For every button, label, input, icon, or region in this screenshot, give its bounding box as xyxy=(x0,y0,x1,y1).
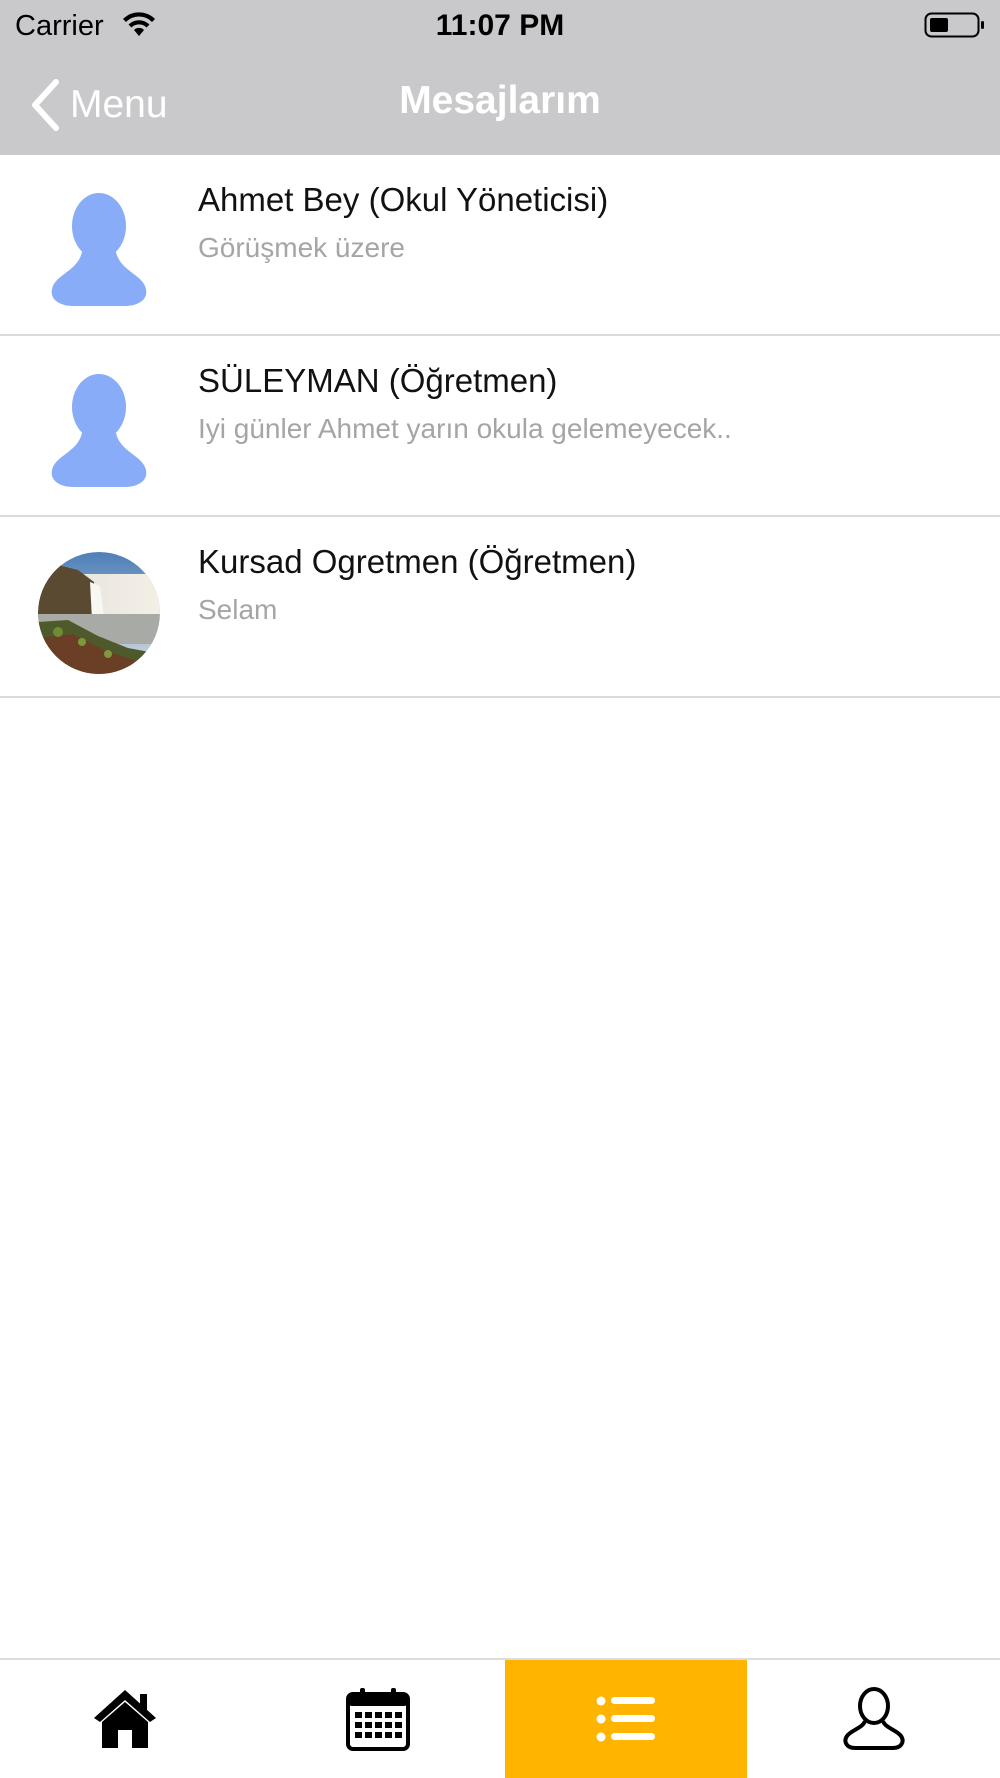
header: Carrier 11:07 PM Menu Mesajlarım xyxy=(0,0,1000,155)
tab-calendar[interactable] xyxy=(250,1660,505,1778)
list-icon xyxy=(596,1696,655,1742)
message-preview: Iyi günler Ahmet yarın okula gelemeyecek… xyxy=(198,413,732,444)
waterfall-photo-avatar-icon xyxy=(38,552,160,674)
status-time: 11:07 PM xyxy=(435,9,565,42)
home-icon xyxy=(94,1690,156,1748)
navigation-bar: Menu Mesajlarım xyxy=(0,55,1000,155)
message-preview: Görüşmek üzere xyxy=(198,232,405,263)
page-title: Mesajlarım xyxy=(399,79,601,122)
conversation-row[interactable]: Kursad Ogretmen (Öğretmen) Selam xyxy=(0,517,1000,698)
calendar-icon xyxy=(345,1688,410,1751)
battery-icon xyxy=(924,12,984,38)
status-bar: Carrier 11:07 PM xyxy=(0,0,1000,50)
conversation-row[interactable]: SÜLEYMAN (Öğretmen) Iyi günler Ahmet yar… xyxy=(0,336,1000,517)
conversation-list: Ahmet Bey (Okul Yöneticisi) Görüşmek üze… xyxy=(0,155,1000,698)
tab-profile[interactable] xyxy=(747,1660,1000,1778)
contact-name: Ahmet Bey (Okul Yöneticisi) xyxy=(198,181,609,218)
tab-messages-list[interactable] xyxy=(505,1660,747,1778)
default-person-avatar-icon xyxy=(51,193,147,306)
profile-icon xyxy=(842,1687,905,1750)
tab-bar xyxy=(0,1658,1000,1778)
contact-name: SÜLEYMAN (Öğretmen) xyxy=(198,362,558,399)
default-person-avatar-icon xyxy=(51,374,147,487)
tab-home[interactable] xyxy=(0,1660,250,1778)
message-preview: Selam xyxy=(198,594,278,625)
contact-name: Kursad Ogretmen (Öğretmen) xyxy=(198,543,637,580)
conversation-row[interactable]: Ahmet Bey (Okul Yöneticisi) Görüşmek üze… xyxy=(0,155,1000,336)
